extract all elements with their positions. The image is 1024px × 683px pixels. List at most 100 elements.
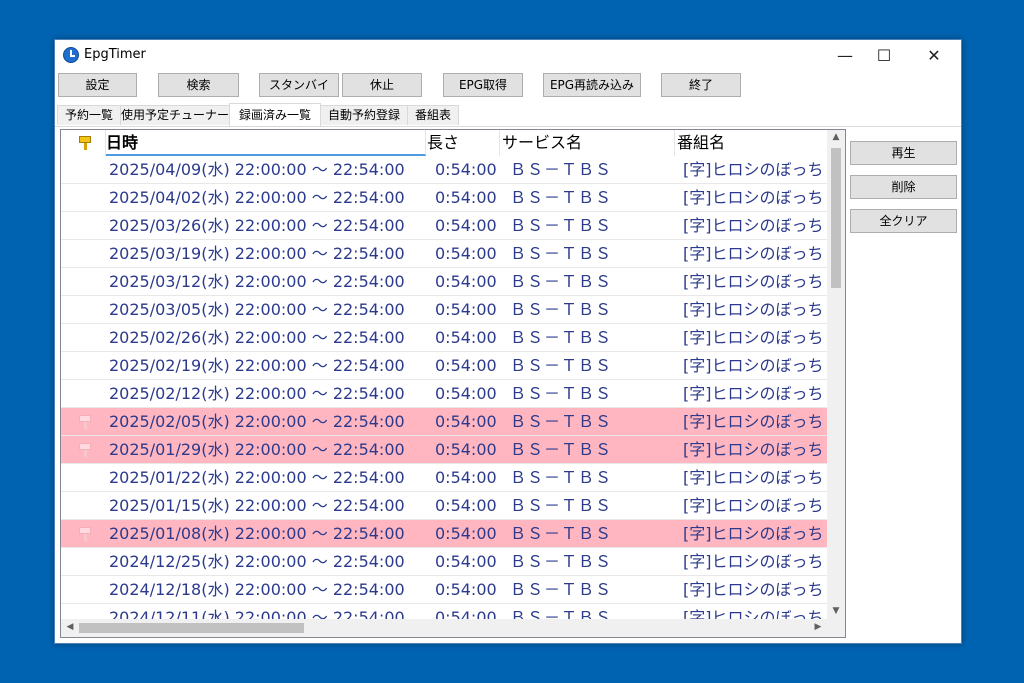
cell-length: 0:54:00 bbox=[435, 580, 497, 599]
cell-program: [字]ヒロシのぼっち bbox=[683, 160, 824, 179]
protect-column-header[interactable] bbox=[61, 130, 106, 156]
tab-tuners[interactable]: 使用予定チューナー bbox=[120, 105, 230, 125]
cell-date: 2025/03/19(水) 22:00:00 ～ 22:54:00 bbox=[109, 244, 405, 263]
cell-date: 2025/02/26(水) 22:00:00 ～ 22:54:00 bbox=[109, 328, 405, 347]
clear-all-button[interactable]: 全クリア bbox=[850, 209, 957, 233]
settings-button[interactable]: 設定 bbox=[58, 73, 137, 97]
toolbar: 設定 検索 スタンバイ 休止 EPG取得 EPG再読み込み 終了 bbox=[55, 73, 961, 99]
play-button[interactable]: 再生 bbox=[850, 141, 957, 165]
table-row[interactable]: 2025/01/22(水) 22:00:00 ～ 22:54:00 0:54:00… bbox=[61, 464, 827, 492]
cell-service: ＢＳ－ＴＢＳ bbox=[510, 580, 613, 599]
cell-program: [字]ヒロシのぼっち bbox=[683, 384, 824, 403]
tab-auto-reservations[interactable]: 自動予約登録 bbox=[320, 105, 408, 125]
epgtimer-window: EpgTimer — ☐ ✕ 設定 検索 スタンバイ 休止 EPG取得 EPG再… bbox=[54, 39, 962, 644]
cell-length: 0:54:00 bbox=[435, 524, 497, 543]
cell-length: 0:54:00 bbox=[435, 552, 497, 571]
epg-fetch-button[interactable]: EPG取得 bbox=[443, 73, 523, 97]
cell-program: [字]ヒロシのぼっち bbox=[683, 328, 824, 347]
vertical-scrollbar[interactable]: ▲ ▼ bbox=[827, 130, 845, 619]
table-row[interactable]: 2025/01/29(水) 22:00:00 ～ 22:54:00 0:54:00… bbox=[61, 436, 827, 464]
cell-program: [字]ヒロシのぼっち bbox=[683, 440, 824, 459]
table-row[interactable]: 2024/12/11(水) 22:00:00 ～ 22:54:00 0:54:00… bbox=[61, 604, 827, 619]
recorded-list[interactable]: 日時 長さ サービス名 番組名 2025/04/09(水) 22:00:00 ～… bbox=[60, 129, 846, 638]
cell-length: 0:54:00 bbox=[435, 188, 497, 207]
cell-service: ＢＳ－ＴＢＳ bbox=[510, 608, 613, 619]
cell-length: 0:54:00 bbox=[435, 216, 497, 235]
scroll-right-icon[interactable]: ▶ bbox=[809, 622, 827, 632]
cell-service: ＢＳ－ＴＢＳ bbox=[510, 552, 613, 571]
cell-program: [字]ヒロシのぼっち bbox=[683, 272, 824, 291]
tab-program-guide[interactable]: 番組表 bbox=[407, 105, 459, 125]
cell-length: 0:54:00 bbox=[435, 160, 497, 179]
column-header-service[interactable]: サービス名 bbox=[502, 130, 675, 156]
table-row[interactable]: 2025/02/05(水) 22:00:00 ～ 22:54:00 0:54:00… bbox=[61, 408, 827, 436]
maximize-button[interactable]: ☐ bbox=[861, 40, 907, 71]
column-header-length[interactable]: 長さ bbox=[427, 130, 500, 156]
table-row[interactable]: 2025/03/19(水) 22:00:00 ～ 22:54:00 0:54:00… bbox=[61, 240, 827, 268]
cell-service: ＢＳ－ＴＢＳ bbox=[510, 384, 613, 403]
column-header-program[interactable]: 番組名 bbox=[677, 130, 827, 156]
horizontal-scrollbar[interactable]: ◀ ▶ bbox=[61, 619, 827, 637]
scroll-left-icon[interactable]: ◀ bbox=[61, 622, 79, 632]
cell-date: 2025/02/05(水) 22:00:00 ～ 22:54:00 bbox=[109, 412, 405, 431]
table-row[interactable]: 2025/02/26(水) 22:00:00 ～ 22:54:00 0:54:00… bbox=[61, 324, 827, 352]
key-icon bbox=[79, 527, 91, 541]
cell-date: 2025/03/05(水) 22:00:00 ～ 22:54:00 bbox=[109, 300, 405, 319]
delete-button[interactable]: 削除 bbox=[850, 175, 957, 199]
table-row[interactable]: 2025/02/19(水) 22:00:00 ～ 22:54:00 0:54:00… bbox=[61, 352, 827, 380]
cell-length: 0:54:00 bbox=[435, 300, 497, 319]
cell-date: 2025/04/02(水) 22:00:00 ～ 22:54:00 bbox=[109, 188, 405, 207]
cell-service: ＢＳ－ＴＢＳ bbox=[510, 524, 613, 543]
clock-icon bbox=[63, 47, 79, 63]
search-button[interactable]: 検索 bbox=[158, 73, 239, 97]
cell-program: [字]ヒロシのぼっち bbox=[683, 608, 824, 619]
table-row[interactable]: 2025/04/02(水) 22:00:00 ～ 22:54:00 0:54:00… bbox=[61, 184, 827, 212]
cell-service: ＢＳ－ＴＢＳ bbox=[510, 272, 613, 291]
tab-recorded[interactable]: 録画済み一覧 bbox=[229, 103, 321, 126]
close-button[interactable]: ✕ bbox=[911, 40, 957, 71]
cell-service: ＢＳ－ＴＢＳ bbox=[510, 356, 613, 375]
table-row[interactable]: 2025/03/26(水) 22:00:00 ～ 22:54:00 0:54:00… bbox=[61, 212, 827, 240]
table-row[interactable]: 2025/04/09(水) 22:00:00 ～ 22:54:00 0:54:00… bbox=[61, 156, 827, 184]
table-row[interactable]: 2025/02/12(水) 22:00:00 ～ 22:54:00 0:54:00… bbox=[61, 380, 827, 408]
table-row[interactable]: 2024/12/25(水) 22:00:00 ～ 22:54:00 0:54:00… bbox=[61, 548, 827, 576]
table-row[interactable]: 2025/01/08(水) 22:00:00 ～ 22:54:00 0:54:00… bbox=[61, 520, 827, 548]
cell-length: 0:54:00 bbox=[435, 468, 497, 487]
cell-program: [字]ヒロシのぼっち bbox=[683, 524, 824, 543]
exit-button[interactable]: 終了 bbox=[661, 73, 741, 97]
scroll-up-icon[interactable]: ▲ bbox=[827, 132, 845, 142]
cell-date: 2024/12/11(水) 22:00:00 ～ 22:54:00 bbox=[109, 608, 405, 619]
table-row[interactable]: 2025/03/12(水) 22:00:00 ～ 22:54:00 0:54:00… bbox=[61, 268, 827, 296]
cell-program: [字]ヒロシのぼっち bbox=[683, 580, 824, 599]
table-row[interactable]: 2025/01/15(水) 22:00:00 ～ 22:54:00 0:54:00… bbox=[61, 492, 827, 520]
cell-length: 0:54:00 bbox=[435, 356, 497, 375]
cell-length: 0:54:00 bbox=[435, 384, 497, 403]
cell-program: [字]ヒロシのぼっち bbox=[683, 216, 824, 235]
key-icon bbox=[79, 136, 91, 150]
standby-button[interactable]: スタンバイ bbox=[259, 73, 339, 97]
cell-date: 2025/03/26(水) 22:00:00 ～ 22:54:00 bbox=[109, 216, 405, 235]
cell-date: 2025/01/29(水) 22:00:00 ～ 22:54:00 bbox=[109, 440, 405, 459]
cell-program: [字]ヒロシのぼっち bbox=[683, 300, 824, 319]
cell-service: ＢＳ－ＴＢＳ bbox=[510, 216, 613, 235]
cell-date: 2025/02/12(水) 22:00:00 ～ 22:54:00 bbox=[109, 384, 405, 403]
title-bar[interactable]: EpgTimer — ☐ ✕ bbox=[55, 40, 961, 71]
column-header-date[interactable]: 日時 bbox=[106, 130, 426, 156]
cell-date: 2025/02/19(水) 22:00:00 ～ 22:54:00 bbox=[109, 356, 405, 375]
window-title: EpgTimer bbox=[84, 47, 146, 62]
hibernate-button[interactable]: 休止 bbox=[342, 73, 422, 97]
cell-date: 2025/01/08(水) 22:00:00 ～ 22:54:00 bbox=[109, 524, 405, 543]
cell-length: 0:54:00 bbox=[435, 608, 497, 619]
cell-service: ＢＳ－ＴＢＳ bbox=[510, 328, 613, 347]
vertical-scroll-thumb[interactable] bbox=[831, 148, 841, 288]
scroll-down-icon[interactable]: ▼ bbox=[827, 606, 845, 616]
table-row[interactable]: 2025/03/05(水) 22:00:00 ～ 22:54:00 0:54:00… bbox=[61, 296, 827, 324]
cell-date: 2025/01/22(水) 22:00:00 ～ 22:54:00 bbox=[109, 468, 405, 487]
cell-service: ＢＳ－ＴＢＳ bbox=[510, 160, 613, 179]
cell-program: [字]ヒロシのぼっち bbox=[683, 188, 824, 207]
epg-reload-button[interactable]: EPG再読み込み bbox=[543, 73, 641, 97]
horizontal-scroll-thumb[interactable] bbox=[79, 623, 304, 633]
key-icon bbox=[79, 443, 91, 457]
table-row[interactable]: 2024/12/18(水) 22:00:00 ～ 22:54:00 0:54:00… bbox=[61, 576, 827, 604]
tab-reservations[interactable]: 予約一覧 bbox=[57, 105, 121, 125]
